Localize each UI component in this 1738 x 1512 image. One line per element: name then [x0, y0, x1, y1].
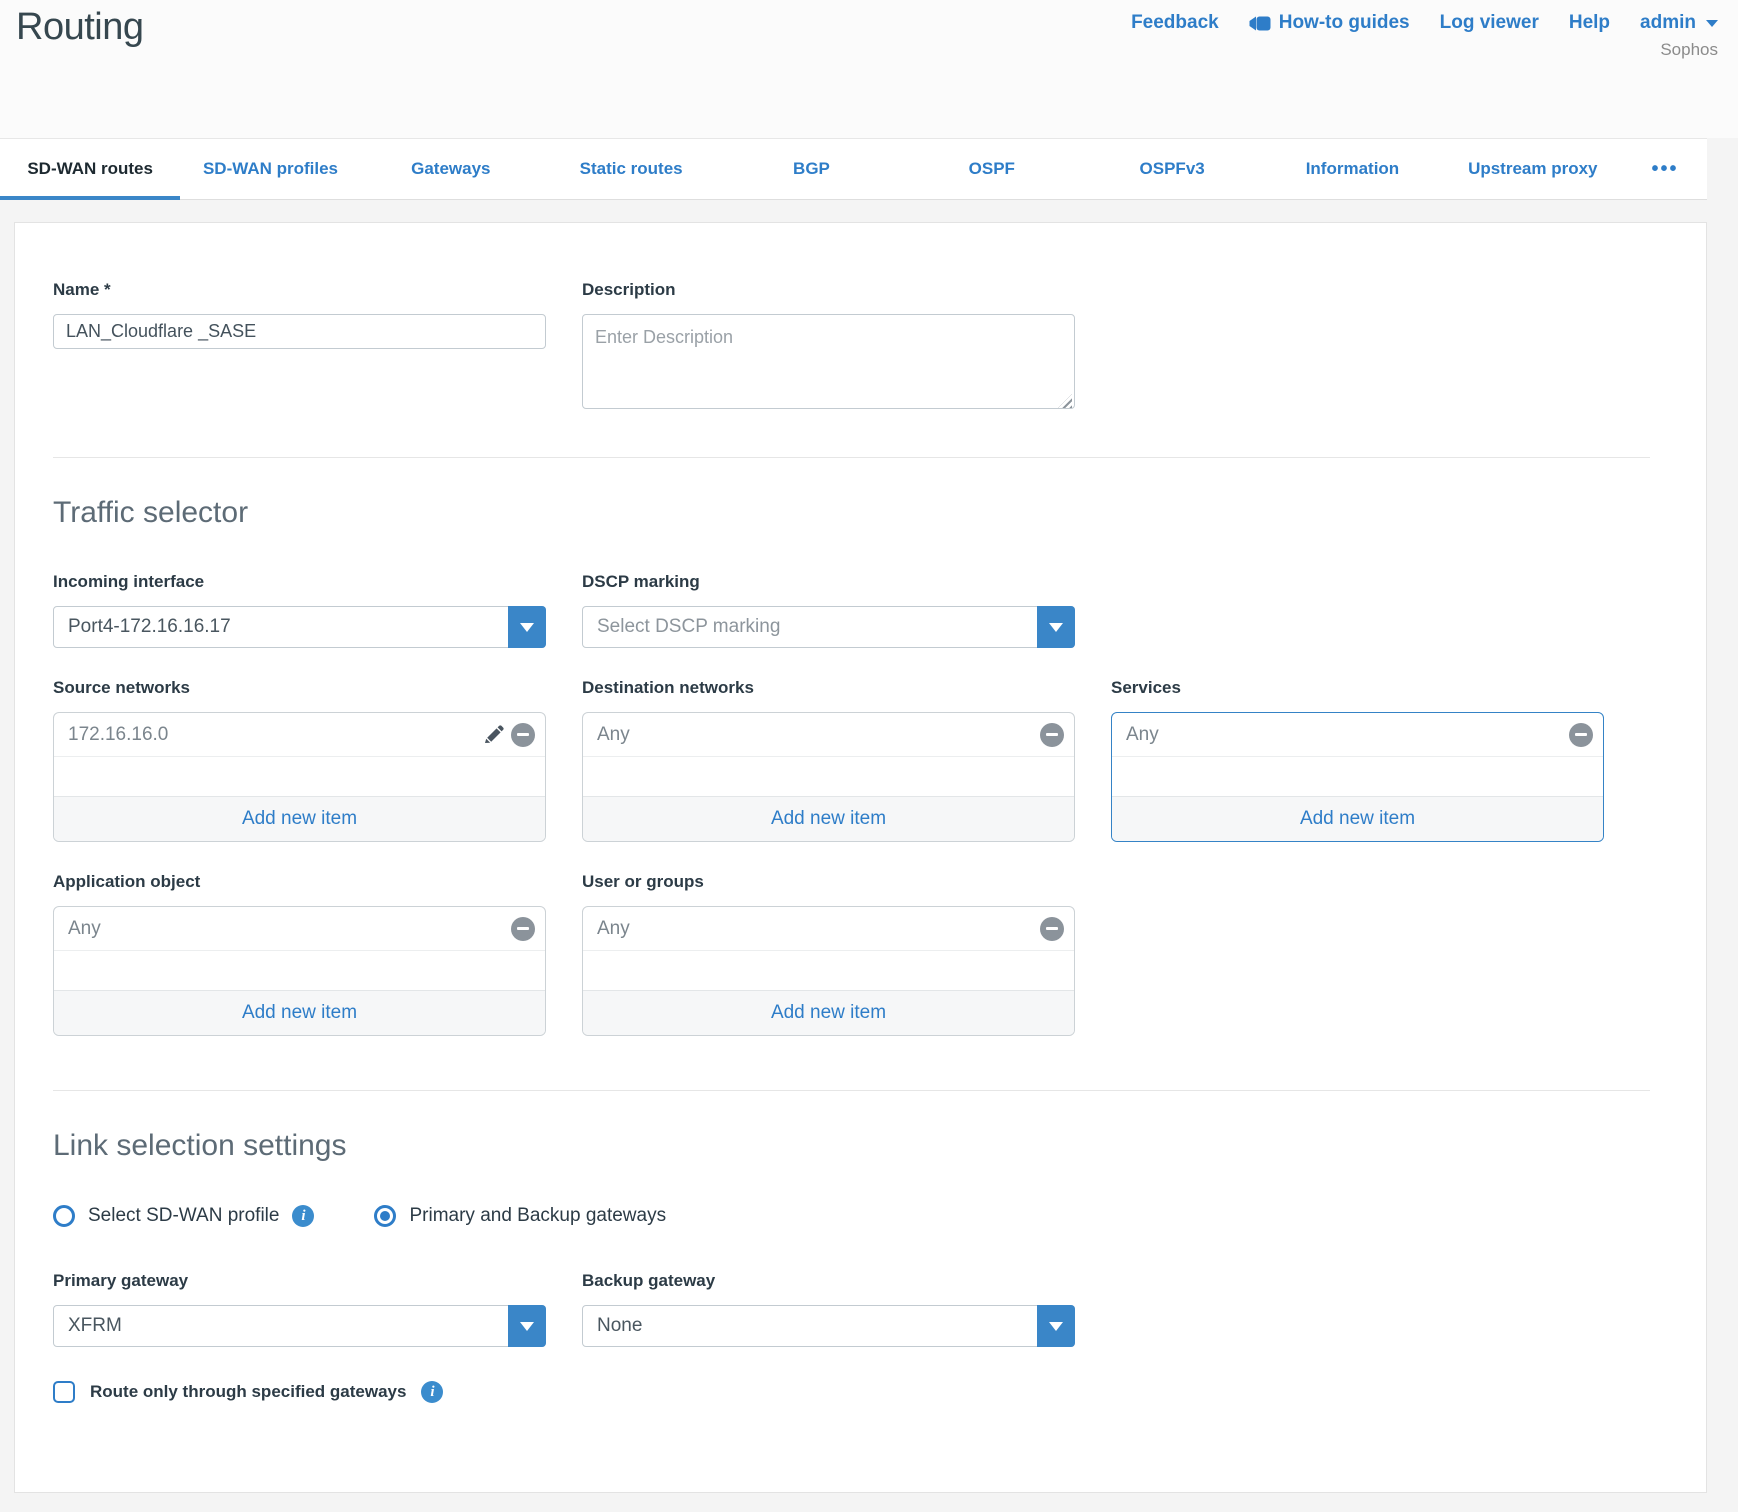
incoming-interface-select[interactable]: Port4-172.16.16.17: [53, 606, 546, 648]
add-new-item-button[interactable]: Add new item: [583, 796, 1074, 841]
info-icon[interactable]: i: [292, 1205, 314, 1227]
chevron-down-icon: [1706, 20, 1718, 27]
user-or-groups-label: User or groups: [582, 872, 1075, 892]
primary-gateway-select[interactable]: XFRM: [53, 1305, 546, 1347]
page-title: Routing: [16, 6, 143, 49]
header-links: Feedback How-to guides Log viewer Help a…: [1131, 12, 1718, 34]
radio-select-sdwan-profile[interactable]: Select SD-WAN profile i: [53, 1205, 314, 1227]
list-item: Any: [1112, 713, 1603, 757]
sdwan-route-form-panel: Name * Description Traffic selector Inco…: [14, 222, 1707, 1493]
more-tabs-button[interactable]: •••: [1623, 139, 1707, 199]
tab-bgp[interactable]: BGP: [721, 139, 901, 199]
tab-ospfv3[interactable]: OSPFv3: [1082, 139, 1262, 199]
tab-upstream-proxy[interactable]: Upstream proxy: [1443, 139, 1623, 199]
remove-item-icon[interactable]: [511, 917, 535, 941]
help-link[interactable]: Help: [1569, 12, 1610, 34]
dscp-marking-select[interactable]: Select DSCP marking: [582, 606, 1075, 648]
radio-unselected-icon[interactable]: [53, 1205, 75, 1227]
dropdown-arrow-button[interactable]: [1037, 1305, 1075, 1347]
application-object-listbox: Any Add new item: [53, 906, 546, 1036]
list-item: Any: [583, 713, 1074, 757]
route-only-checkbox[interactable]: [53, 1381, 75, 1403]
feedback-link[interactable]: Feedback: [1131, 12, 1219, 34]
tab-information[interactable]: Information: [1262, 139, 1442, 199]
section-divider: [53, 457, 1650, 458]
services-listbox: Any Add new item: [1111, 712, 1604, 842]
services-label: Services: [1111, 678, 1604, 698]
chevron-down-icon: [1049, 623, 1063, 632]
list-item: Any: [54, 907, 545, 951]
tab-bar: SD-WAN routes SD-WAN profiles Gateways S…: [0, 138, 1707, 200]
destination-networks-label: Destination networks: [582, 678, 1075, 698]
remove-item-icon[interactable]: [1040, 917, 1064, 941]
remove-item-icon[interactable]: [1040, 723, 1064, 747]
user-or-groups-listbox: Any Add new item: [582, 906, 1075, 1036]
backup-gateway-label: Backup gateway: [582, 1271, 1075, 1291]
list-item: Any: [583, 907, 1074, 951]
radio-selected-icon[interactable]: [374, 1205, 396, 1227]
source-networks-listbox: 172.16.16.0 Add new item: [53, 712, 546, 842]
dropdown-arrow-button[interactable]: [508, 1305, 546, 1347]
name-input[interactable]: [53, 314, 546, 349]
edit-pencil-icon[interactable]: [482, 724, 504, 746]
page-header: Routing Feedback How-to guides Log viewe…: [0, 0, 1738, 138]
chevron-down-icon: [1049, 1322, 1063, 1331]
chevron-down-icon: [520, 623, 534, 632]
route-only-label: Route only through specified gateways: [90, 1382, 406, 1402]
tab-sdwan-profiles[interactable]: SD-WAN profiles: [180, 139, 360, 199]
link-selection-heading: Link selection settings: [53, 1129, 1650, 1163]
dropdown-arrow-button[interactable]: [508, 606, 546, 648]
description-input[interactable]: [582, 314, 1075, 409]
remove-item-icon[interactable]: [511, 723, 535, 747]
section-divider: [53, 1090, 1650, 1091]
tab-ospf[interactable]: OSPF: [902, 139, 1082, 199]
tab-sdwan-routes[interactable]: SD-WAN routes: [0, 139, 180, 199]
name-label: Name *: [53, 280, 546, 300]
destination-networks-listbox: Any Add new item: [582, 712, 1075, 842]
application-object-label: Application object: [53, 872, 546, 892]
add-new-item-button[interactable]: Add new item: [1112, 796, 1603, 841]
description-label: Description: [582, 280, 1075, 300]
dscp-marking-label: DSCP marking: [582, 572, 1075, 592]
dropdown-arrow-button[interactable]: [1037, 606, 1075, 648]
remove-item-icon[interactable]: [1569, 723, 1593, 747]
add-new-item-button[interactable]: Add new item: [54, 990, 545, 1035]
source-networks-label: Source networks: [53, 678, 546, 698]
log-viewer-link[interactable]: Log viewer: [1440, 12, 1539, 34]
tab-static-routes[interactable]: Static routes: [541, 139, 721, 199]
admin-menu[interactable]: admin: [1640, 12, 1718, 34]
video-camera-icon: [1249, 16, 1271, 31]
primary-gateway-label: Primary gateway: [53, 1271, 546, 1291]
add-new-item-button[interactable]: Add new item: [54, 796, 545, 841]
info-icon[interactable]: i: [421, 1381, 443, 1403]
list-item: 172.16.16.0: [54, 713, 545, 757]
backup-gateway-select[interactable]: None: [582, 1305, 1075, 1347]
radio-primary-backup-gateways[interactable]: Primary and Backup gateways: [374, 1205, 666, 1227]
chevron-down-icon: [520, 1322, 534, 1331]
add-new-item-button[interactable]: Add new item: [583, 990, 1074, 1035]
incoming-interface-label: Incoming interface: [53, 572, 546, 592]
account-name: Sophos: [1660, 40, 1718, 60]
traffic-selector-heading: Traffic selector: [53, 496, 1650, 530]
howto-guides-link[interactable]: How-to guides: [1249, 12, 1410, 34]
tab-gateways[interactable]: Gateways: [361, 139, 541, 199]
